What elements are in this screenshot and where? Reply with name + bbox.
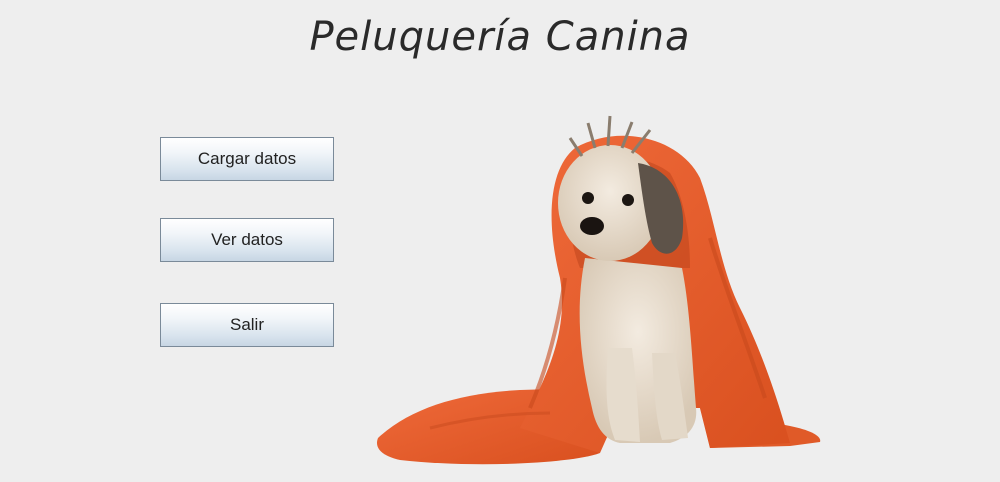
exit-label: Salir [229,315,264,334]
app-title: Peluquería Canina [309,14,691,60]
exit-button[interactable]: Salir [160,303,334,347]
load-data-button[interactable]: Cargar datos [160,137,334,181]
load-data-label: Cargar datos [197,149,297,168]
view-data-button[interactable]: Ver datos [160,218,334,262]
dog-towel-image [376,115,821,465]
main-window: Peluquería Canina Cargar datos Ver datos… [0,0,1000,482]
view-data-label: Ver datos [211,230,283,249]
